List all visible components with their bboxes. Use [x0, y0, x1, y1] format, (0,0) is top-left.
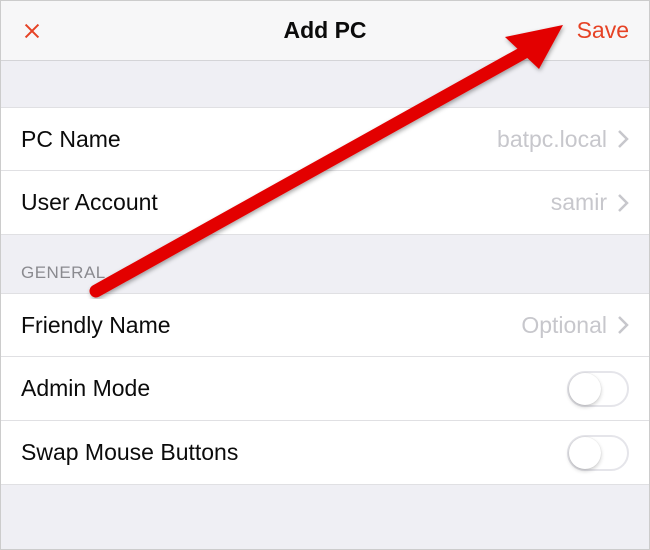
general-section: Friendly Name Optional Admin Mode Swap M… — [1, 293, 649, 485]
toggle-knob-icon — [569, 373, 601, 405]
connection-section: PC Name batpc.local User Account samir — [1, 107, 649, 235]
swap-mouse-toggle[interactable] — [567, 435, 629, 471]
admin-mode-toggle[interactable] — [567, 371, 629, 407]
close-icon — [21, 20, 43, 42]
user-account-value: samir — [551, 189, 607, 216]
admin-mode-row: Admin Mode — [1, 357, 649, 421]
friendly-name-row[interactable]: Friendly Name Optional — [1, 293, 649, 357]
toggle-knob-icon — [569, 437, 601, 469]
general-section-header: General — [1, 235, 649, 293]
friendly-name-label: Friendly Name — [21, 312, 171, 339]
close-button[interactable] — [21, 20, 43, 42]
admin-mode-label: Admin Mode — [21, 375, 150, 402]
user-account-row[interactable]: User Account samir — [1, 171, 649, 235]
chevron-right-icon — [617, 315, 629, 335]
swap-mouse-row: Swap Mouse Buttons — [1, 421, 649, 485]
friendly-name-placeholder: Optional — [521, 312, 607, 339]
page-title: Add PC — [283, 17, 366, 44]
pc-name-row[interactable]: PC Name batpc.local — [1, 107, 649, 171]
navigation-header: Add PC Save — [1, 1, 649, 61]
user-account-label: User Account — [21, 189, 158, 216]
section-spacer — [1, 61, 649, 107]
save-button[interactable]: Save — [577, 17, 629, 44]
chevron-right-icon — [617, 129, 629, 149]
pc-name-value: batpc.local — [497, 126, 607, 153]
pc-name-label: PC Name — [21, 126, 121, 153]
chevron-right-icon — [617, 193, 629, 213]
swap-mouse-label: Swap Mouse Buttons — [21, 439, 238, 466]
